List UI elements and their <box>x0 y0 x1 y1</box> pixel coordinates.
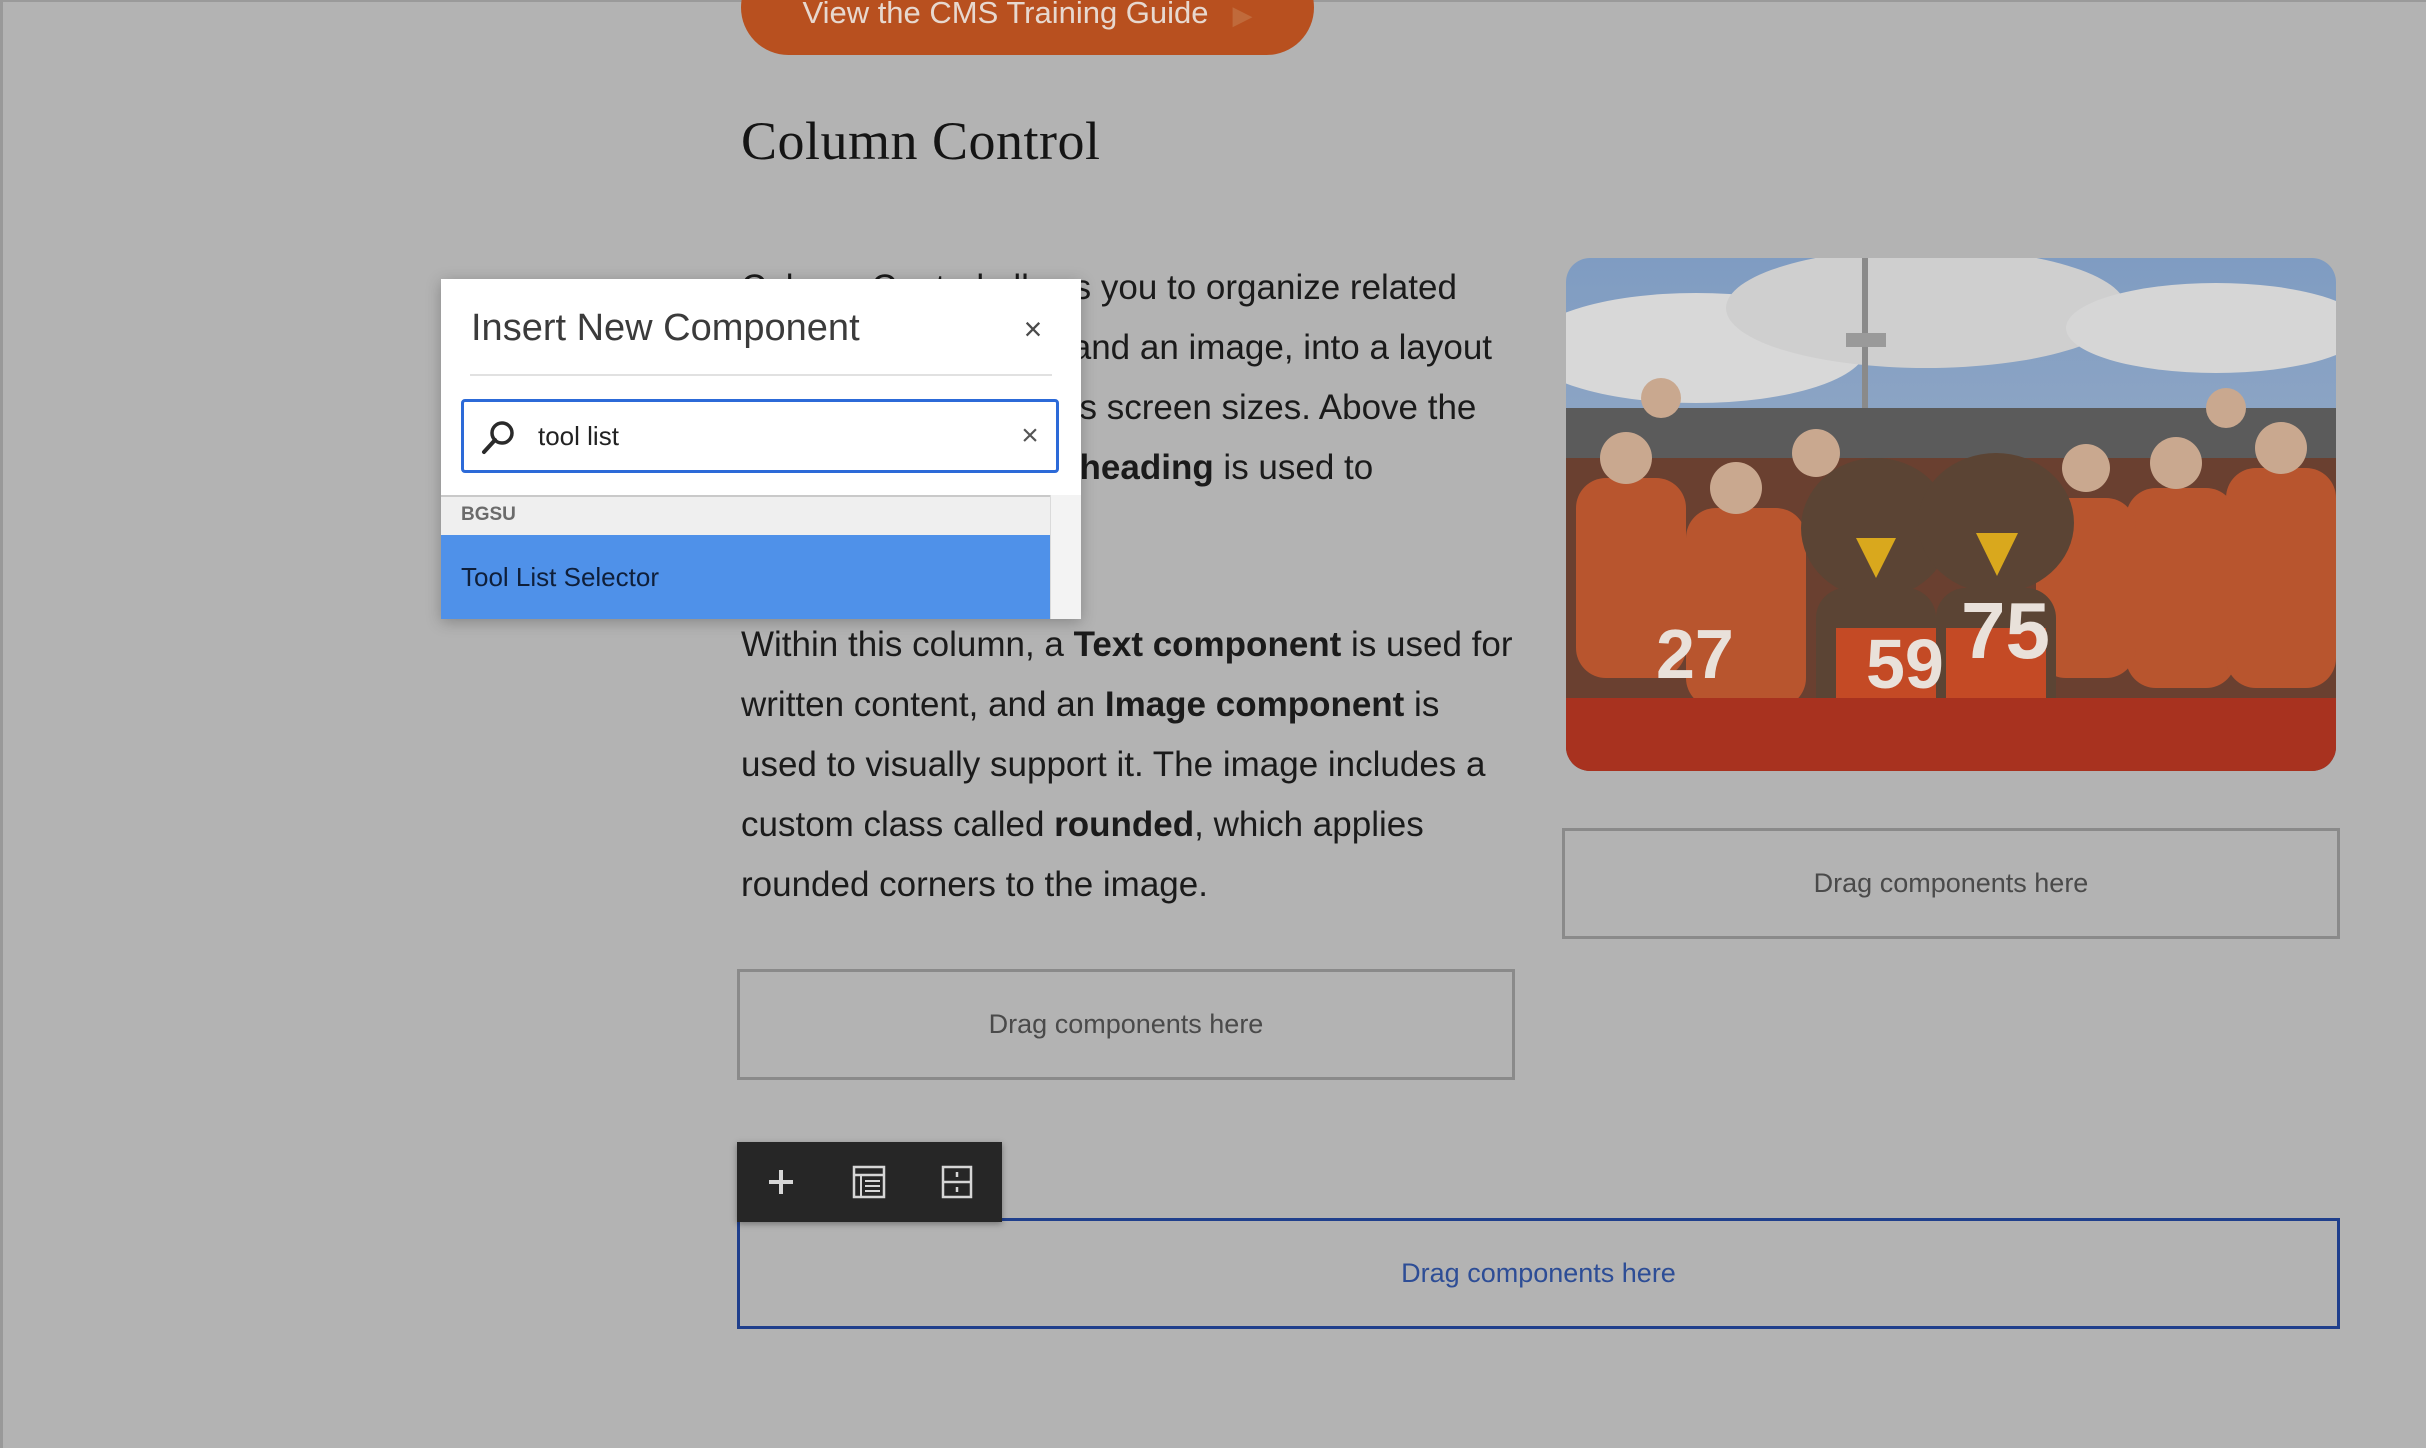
column-text-1: Within this column, a <box>741 625 1074 664</box>
result-group-header: BGSU <box>441 495 1050 535</box>
mascot-photo-illustration: 27 59 75 <box>1566 258 2336 771</box>
column-bold-1: Text component <box>1073 625 1342 664</box>
arrow-right-icon: ▶ <box>1232 0 1253 30</box>
insert-component-button[interactable] <box>737 1142 825 1222</box>
search-results: BGSU Tool List Selector <box>441 495 1081 619</box>
training-guide-button[interactable]: View the CMS Training Guide ▶ <box>741 0 1314 55</box>
clear-search-icon[interactable]: × <box>1012 418 1048 454</box>
column-paragraph[interactable]: Within this column, a Text component is … <box>741 615 1521 915</box>
results-scrollbar[interactable] <box>1050 495 1081 619</box>
drop-zone-left-column[interactable]: Drag components here <box>737 969 1515 1080</box>
page-left-border <box>0 0 3 1448</box>
drop-zone-label: Drag components here <box>1401 1258 1676 1288</box>
drop-zone-label: Drag components here <box>988 1009 1264 1039</box>
layout-button[interactable] <box>913 1142 1001 1222</box>
plus-icon <box>769 1170 793 1194</box>
search-icon <box>482 421 514 454</box>
component-toolbar <box>737 1142 1002 1222</box>
layout-icon <box>941 1165 973 1199</box>
table-icon <box>852 1165 886 1199</box>
section-heading: Column Control <box>741 111 1101 171</box>
dialog-divider <box>470 374 1052 376</box>
search-input[interactable] <box>538 412 1008 460</box>
drop-zone-selected[interactable]: Drag components here <box>737 1218 2340 1329</box>
paragraph-button[interactable] <box>825 1142 913 1222</box>
training-guide-label: View the CMS Training Guide <box>802 0 1209 30</box>
jersey-number-1: 27 <box>1656 615 1734 693</box>
insert-component-dialog: Insert New Component × × BGSU Tool List … <box>441 279 1081 619</box>
mascot-photo[interactable]: 27 59 75 <box>1566 258 2336 771</box>
column-bold-3: rounded <box>1054 805 1195 844</box>
jersey-number-2: 59 <box>1866 625 1944 703</box>
close-icon[interactable]: × <box>1015 311 1051 347</box>
column-bold-2: Image component <box>1104 685 1405 724</box>
dialog-title: Insert New Component <box>471 307 860 349</box>
drop-zone-right-column[interactable]: Drag components here <box>1562 828 2340 939</box>
jersey-number-3: 75 <box>1961 586 2050 675</box>
drop-zone-label: Drag components here <box>1813 868 2089 898</box>
component-search: × <box>461 399 1059 473</box>
result-item-tool-list-selector[interactable]: Tool List Selector <box>441 535 1050 619</box>
